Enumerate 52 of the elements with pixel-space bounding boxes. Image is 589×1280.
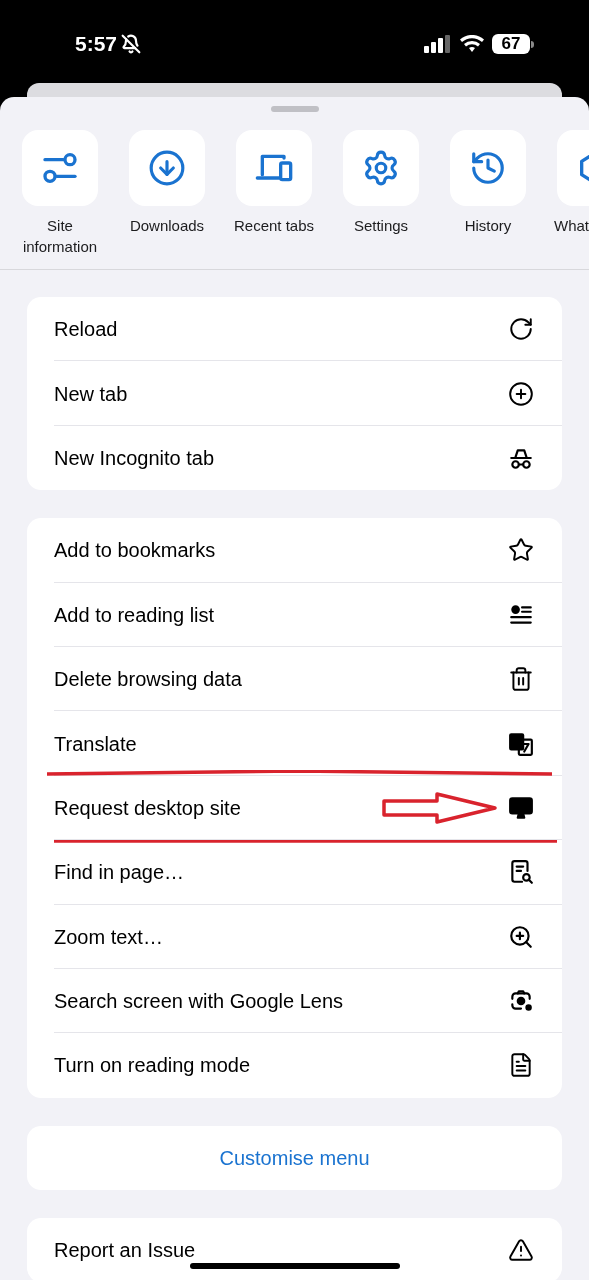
star-icon: [508, 537, 534, 564]
quick-action-label: Downloads: [128, 216, 206, 236]
menu-item-label: Find in page…: [54, 860, 185, 886]
bell-off-icon: [121, 34, 142, 54]
reload-icon: [508, 316, 534, 343]
menu-item[interactable]: Translate: [27, 711, 562, 776]
menu-item[interactable]: Find in page…: [27, 840, 562, 905]
menu-item[interactable]: Report an Issue: [27, 1217, 562, 1280]
zoom-in-icon: [508, 923, 534, 950]
battery-indicator: 67: [492, 34, 534, 54]
drag-handle: [270, 106, 319, 112]
monitor-icon: [508, 794, 534, 821]
menu-item[interactable]: Turn on reading mode: [27, 1033, 562, 1098]
menu-item[interactable]: Request desktop site: [27, 775, 562, 841]
wifi-icon: [460, 35, 484, 53]
translate-icon: [508, 730, 534, 757]
plus-circle-icon: [508, 380, 534, 407]
quick-action-label: Site information: [21, 216, 99, 257]
quick-action-label: History: [463, 216, 513, 236]
warning-icon: [508, 1236, 534, 1263]
status-time: 5:57: [75, 31, 118, 58]
menu-item[interactable]: New Incognito tab: [27, 425, 562, 491]
customise-menu-button[interactable]: Customise menu: [27, 1125, 562, 1190]
menu-item[interactable]: Search screen with Google Lens: [27, 968, 562, 1034]
menu-item[interactable]: Zoom text…: [27, 904, 562, 969]
menu-item[interactable]: New tab: [27, 361, 562, 426]
menu-item-label: Add to bookmarks: [54, 538, 216, 564]
menu-item[interactable]: Reload: [27, 297, 562, 362]
quick-action-label: Settings: [352, 216, 410, 236]
history-icon: [469, 149, 507, 187]
settings-icon: [362, 149, 400, 187]
menu-item-label: New tab: [54, 381, 128, 407]
menu-item-label: Zoom text…: [54, 924, 163, 950]
document-icon: [508, 1052, 534, 1079]
find-in-page-icon: [508, 859, 534, 886]
menu-item-label: Translate: [54, 731, 137, 757]
menu-item-label: Search screen with Google Lens: [54, 989, 344, 1015]
menu-item-label: Report an Issue: [54, 1237, 196, 1263]
menu-item-label: Turn on reading mode: [54, 1053, 251, 1079]
menu-item[interactable]: Add to bookmarks: [27, 518, 562, 583]
menu-item[interactable]: Add to reading list: [27, 582, 562, 647]
signal-icon: [424, 35, 452, 53]
menu-item-label: Delete browsing data: [54, 667, 242, 693]
quick-action-label: Recent tabs: [232, 216, 315, 236]
menu-item[interactable]: Delete browsing data: [27, 646, 562, 712]
menu-item-label: Request desktop site: [54, 795, 241, 821]
trash-icon: [508, 666, 534, 693]
quick-action-label: What: [554, 216, 589, 236]
menu-item-label: Add to reading list: [54, 602, 215, 628]
download-icon: [148, 149, 186, 187]
menu-item-label: New Incognito tab: [54, 445, 215, 471]
menu-item-label: Reload: [54, 317, 118, 343]
